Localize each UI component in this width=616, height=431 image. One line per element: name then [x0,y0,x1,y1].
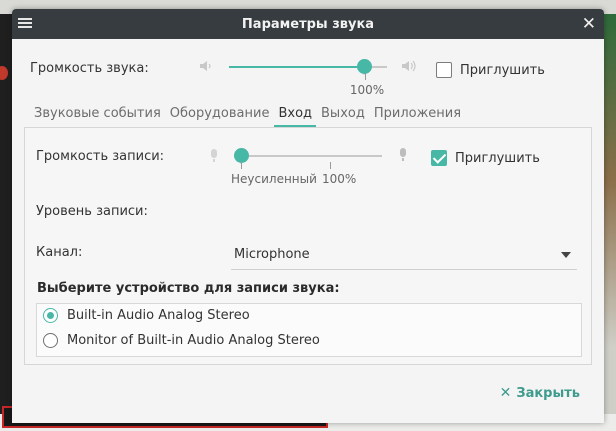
input-mute-label[interactable]: Приглушить [455,151,540,166]
output-volume-slider[interactable] [229,59,387,75]
tab-bar: Звуковые события Оборудование Вход Выход… [30,105,466,127]
input-device-list: Built-in Audio Analog Stereo Monitor of … [36,303,582,357]
record-volume-unamplified-mark: Неусиленный [231,172,317,186]
background-window-right [604,14,616,431]
device-label[interactable]: Built-in Audio Analog Stereo [67,308,250,323]
speaker-low-icon[interactable] [199,59,213,77]
speaker-high-icon[interactable] [401,59,417,77]
record-volume-label: Громкость записи: [36,149,165,164]
output-volume-label: Громкость звука: [30,61,149,76]
sound-settings-dialog: Параметры звука ✕ Громкость звука: 100% … [12,9,604,423]
record-volume-100-mark: 100% [322,172,357,186]
output-mute-checkbox[interactable] [436,62,452,78]
input-tab-panel: Громкость записи: Неусиленный 100% Пригл… [24,127,592,365]
record-volume-slider-handle[interactable] [234,148,249,164]
record-volume-unamplified-tick [241,162,242,169]
list-item[interactable]: Monitor of Built-in Audio Analog Stereo [37,329,581,353]
close-button[interactable]: ✕ Закрыть [500,385,580,401]
tab-output[interactable]: Выход [317,105,369,127]
output-volume-100-tick [364,73,366,80]
record-level-label: Уровень записи: [36,204,148,219]
device-label[interactable]: Monitor of Built-in Audio Analog Stereo [67,333,320,348]
device-section-title: Выберите устройство для записи звука: [37,281,340,296]
dropdown-arrow-icon[interactable] [561,252,571,258]
tab-sound-events[interactable]: Звуковые события [30,105,165,127]
close-button-label: Закрыть [516,385,580,401]
input-mute-checkbox[interactable] [431,150,447,166]
microphone-low-icon[interactable] [210,149,218,162]
device-radio[interactable] [43,333,58,348]
output-mute-label[interactable]: Приглушить [460,63,545,78]
background-window-left [0,14,12,431]
close-icon[interactable]: ✕ [582,13,596,35]
channel-label: Канал: [36,245,83,260]
hamburger-menu-icon[interactable] [18,16,32,30]
record-volume-slider[interactable] [234,148,382,164]
output-volume-slider-handle[interactable] [357,59,373,75]
microphone-high-icon[interactable] [399,148,407,161]
record-volume-100-tick [330,162,331,169]
output-volume-100-mark: 100% [349,83,385,97]
close-x-icon: ✕ [499,385,512,401]
tab-applications[interactable]: Приложения [370,105,465,127]
channel-dropdown[interactable]: Microphone [231,240,577,270]
titlebar: Параметры звука ✕ [12,9,604,39]
background-decoration [0,66,8,80]
device-radio-selected[interactable] [43,308,58,323]
list-item[interactable]: Built-in Audio Analog Stereo [37,304,581,328]
channel-dropdown-value: Microphone [234,247,310,262]
window-title: Параметры звука [241,16,375,32]
tab-input[interactable]: Вход [274,105,316,127]
tab-hardware[interactable]: Оборудование [166,105,274,127]
